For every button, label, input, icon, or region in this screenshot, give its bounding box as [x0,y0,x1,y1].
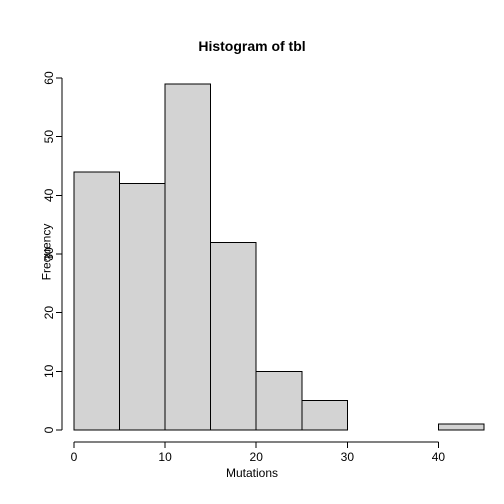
x-tick-label: 0 [71,450,78,464]
y-tick-label: 50 [42,130,56,144]
x-tick-label: 40 [432,450,446,464]
plot-area: 0 10 20 30 40 0 10 20 30 40 50 60 [0,0,504,504]
histogram-bar [74,172,120,430]
histogram-bar [302,401,348,430]
histogram-bar [256,371,302,430]
x-tick-label: 30 [341,450,355,464]
histogram-bar [120,184,166,430]
histogram-chart: Histogram of tbl Frequency Mutations 010… [0,0,504,504]
y-tick-label: 20 [42,306,56,320]
y-tick-label: 60 [42,71,56,85]
y-tick-label: 30 [42,247,56,261]
histogram-bar [438,424,484,430]
histogram-bar [211,242,257,430]
x-tick-label: 10 [158,450,172,464]
y-tick-label: 40 [42,188,56,202]
y-tick-label: 0 [42,426,56,433]
histogram-bar [165,84,211,430]
y-tick-label: 10 [42,364,56,378]
x-tick-label: 20 [250,450,264,464]
